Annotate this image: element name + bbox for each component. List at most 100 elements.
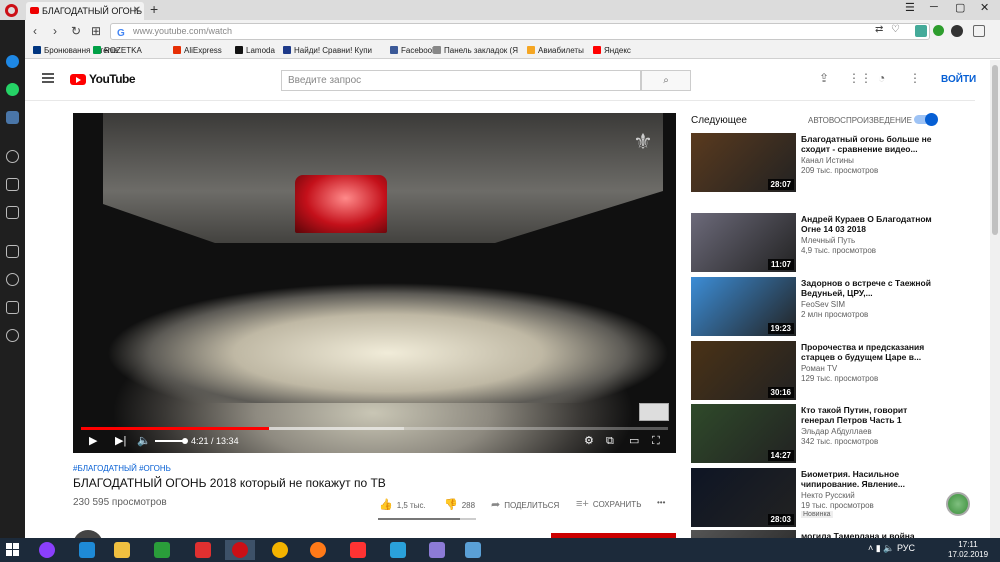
language-indicator[interactable]: РУС (897, 543, 915, 553)
ie-icon[interactable] (72, 540, 102, 560)
alice-icon[interactable] (32, 540, 62, 560)
related-video-card[interactable]: могила Тамерлана и война (691, 530, 941, 538)
related-video-card[interactable]: 28:07 Благодатный огонь больше не сходит … (691, 133, 941, 193)
telegram-icon[interactable] (383, 540, 413, 560)
related-title[interactable]: Кто такой Путин, говорит генерал Петров … (801, 405, 936, 425)
hamburger-menu-icon[interactable] (42, 73, 54, 83)
whatsapp-icon[interactable] (6, 83, 19, 96)
close-window-icon[interactable]: ✕ (980, 1, 989, 14)
related-thumbnail[interactable]: 28:03 (691, 468, 796, 527)
related-title[interactable]: Задорнов о встрече с Таежной Ведуньей, Ц… (801, 278, 936, 298)
related-thumbnail[interactable]: 19:23 (691, 277, 796, 336)
related-thumbnail[interactable]: 14:27 (691, 404, 796, 463)
related-title[interactable]: могила Тамерлана и война (801, 531, 936, 538)
autoplay-toggle[interactable] (914, 113, 938, 126)
bookmark-heart-icon[interactable]: ♡ (891, 24, 900, 35)
start-button[interactable] (6, 543, 20, 557)
minimize-icon[interactable]: ─ (930, 1, 938, 13)
speed-dial-icon[interactable]: ⊞ (91, 24, 101, 38)
bookmark-item[interactable]: Lamoda (235, 46, 275, 55)
volume-slider[interactable] (155, 438, 188, 444)
fullscreen-icon[interactable]: ⛶ (652, 435, 660, 447)
progress-bar[interactable] (81, 427, 668, 430)
video-watermark-logo[interactable] (639, 403, 669, 421)
more-actions-icon[interactable]: ••• (657, 498, 665, 507)
bookmark-item[interactable]: Яндекс (593, 46, 631, 55)
bookmark-item[interactable]: Авиабилеты (527, 46, 584, 55)
youtube-logo-text[interactable]: YouTube (89, 72, 136, 86)
video-player[interactable]: ⚜ ▶ ▶| 🔈 4:21 / 13:34 ⚙ ⧉ ▭ ⛶ (73, 113, 676, 453)
news-icon[interactable] (6, 301, 19, 314)
bookmark-item[interactable]: Facebook (390, 46, 436, 55)
video-hashtags[interactable]: #БЛАГОДАТНЫЙ #ОГОНЬ (73, 464, 171, 473)
theater-mode-icon[interactable]: ▭ (629, 435, 639, 447)
upload-icon[interactable]: ⇪ (819, 72, 830, 84)
tab-close-icon[interactable]: ✕ (133, 2, 141, 20)
related-video-card[interactable]: 14:27 Кто такой Путин, говорит генерал Пе… (691, 404, 941, 464)
miniplayer-icon[interactable]: ⧉ (606, 435, 614, 447)
store-icon[interactable] (147, 540, 177, 560)
bookmark-item[interactable]: Найди! Сравни! Купи (283, 46, 372, 55)
vpn-icon[interactable] (951, 25, 963, 37)
reload-icon[interactable]: ↻ (71, 24, 81, 38)
related-thumbnail[interactable] (691, 530, 796, 538)
channel-avatar[interactable] (73, 530, 103, 538)
speed-dial-sidebar-icon[interactable] (6, 245, 19, 258)
login-button[interactable]: ВОЙТИ (941, 74, 976, 85)
search-icon[interactable] (6, 150, 19, 163)
explorer-icon[interactable] (107, 540, 137, 560)
apps-grid-icon[interactable]: ⋮⋮ (848, 72, 872, 84)
bookmark-item[interactable]: Панель закладок (Я (433, 46, 518, 55)
url-input[interactable]: G www.youtube.com/watch (110, 23, 930, 40)
opera-menu-icon[interactable] (5, 4, 18, 17)
like-button[interactable]: 👍 1,5 тыс. (379, 498, 426, 511)
tray-arrow-icon[interactable]: ˄ (868, 543, 873, 553)
related-title[interactable]: Пророчества и предсказания старцев о буд… (801, 342, 936, 362)
opera-icon[interactable] (225, 540, 255, 560)
camera-icon[interactable] (6, 206, 19, 219)
history-icon[interactable] (6, 329, 19, 342)
app-icon[interactable] (422, 540, 452, 560)
browser-tab[interactable]: БЛАГОДАТНЫЙ ОГОНЬ 2( ✕ (26, 2, 144, 20)
youtube-logo-icon[interactable] (70, 74, 86, 85)
messenger-icon[interactable] (6, 55, 19, 68)
heart-icon[interactable] (6, 273, 19, 286)
share-icon[interactable]: ⇄ (875, 24, 883, 35)
share-button[interactable]: ➦ ПОДЕЛИТЬСЯ (491, 498, 559, 511)
display-icon[interactable] (458, 540, 488, 560)
extension-icon[interactable] (915, 25, 927, 37)
save-button[interactable]: ≡+ СОХРАНИТЬ (576, 498, 641, 510)
network-icon[interactable]: ▮ (876, 543, 881, 553)
page-scrollbar[interactable] (990, 60, 1000, 538)
firefox-icon[interactable] (303, 540, 333, 560)
vk-icon[interactable] (6, 111, 19, 124)
send-icon[interactable] (6, 178, 19, 191)
related-video-card[interactable]: 28:03 Биометрия. Насильное чипирование. Я… (691, 468, 941, 528)
related-video-card[interactable]: 11:07 Андрей Кураев О Благодатном Огне 14… (691, 213, 941, 273)
play-icon[interactable]: ▶ (89, 435, 97, 447)
bookmark-item[interactable]: AliExpress (173, 46, 222, 55)
settings-gear-icon[interactable]: ⚙ (584, 435, 594, 447)
next-video-icon[interactable]: ▶| (115, 435, 126, 447)
related-thumbnail[interactable]: 30:16 (691, 341, 796, 400)
chrome-icon[interactable] (265, 540, 295, 560)
related-video-card[interactable]: 30:16 Пророчества и предсказания старцев … (691, 341, 941, 401)
volume-tray-icon[interactable]: 🔈 (883, 543, 894, 553)
yandex-browser-icon[interactable] (343, 540, 373, 560)
clock[interactable]: 17:11 17.02.2019 (948, 540, 988, 560)
more-options-icon[interactable]: ⋮ (909, 72, 921, 84)
volume-icon[interactable]: 🔈 (137, 435, 151, 447)
yandex-icon[interactable] (188, 540, 218, 560)
maximize-icon[interactable]: ▢ (955, 1, 965, 14)
search-input[interactable]: Введите запрос (281, 70, 641, 91)
search-button[interactable]: ⌕ (641, 70, 691, 91)
new-tab-icon[interactable]: + (150, 1, 158, 17)
related-video-card[interactable]: 19:23 Задорнов о встрече с Таежной Ведунь… (691, 277, 941, 337)
messages-icon[interactable]: ◔ (878, 72, 889, 84)
translate-globe-icon[interactable] (946, 492, 970, 516)
download-extension-icon[interactable] (973, 25, 985, 37)
bookmark-item[interactable]: ROZETKA (93, 46, 142, 55)
related-thumbnail[interactable]: 11:07 (691, 213, 796, 272)
back-icon[interactable]: ‹ (33, 24, 37, 38)
related-title[interactable]: Благодатный огонь больше не сходит - сра… (801, 134, 936, 154)
